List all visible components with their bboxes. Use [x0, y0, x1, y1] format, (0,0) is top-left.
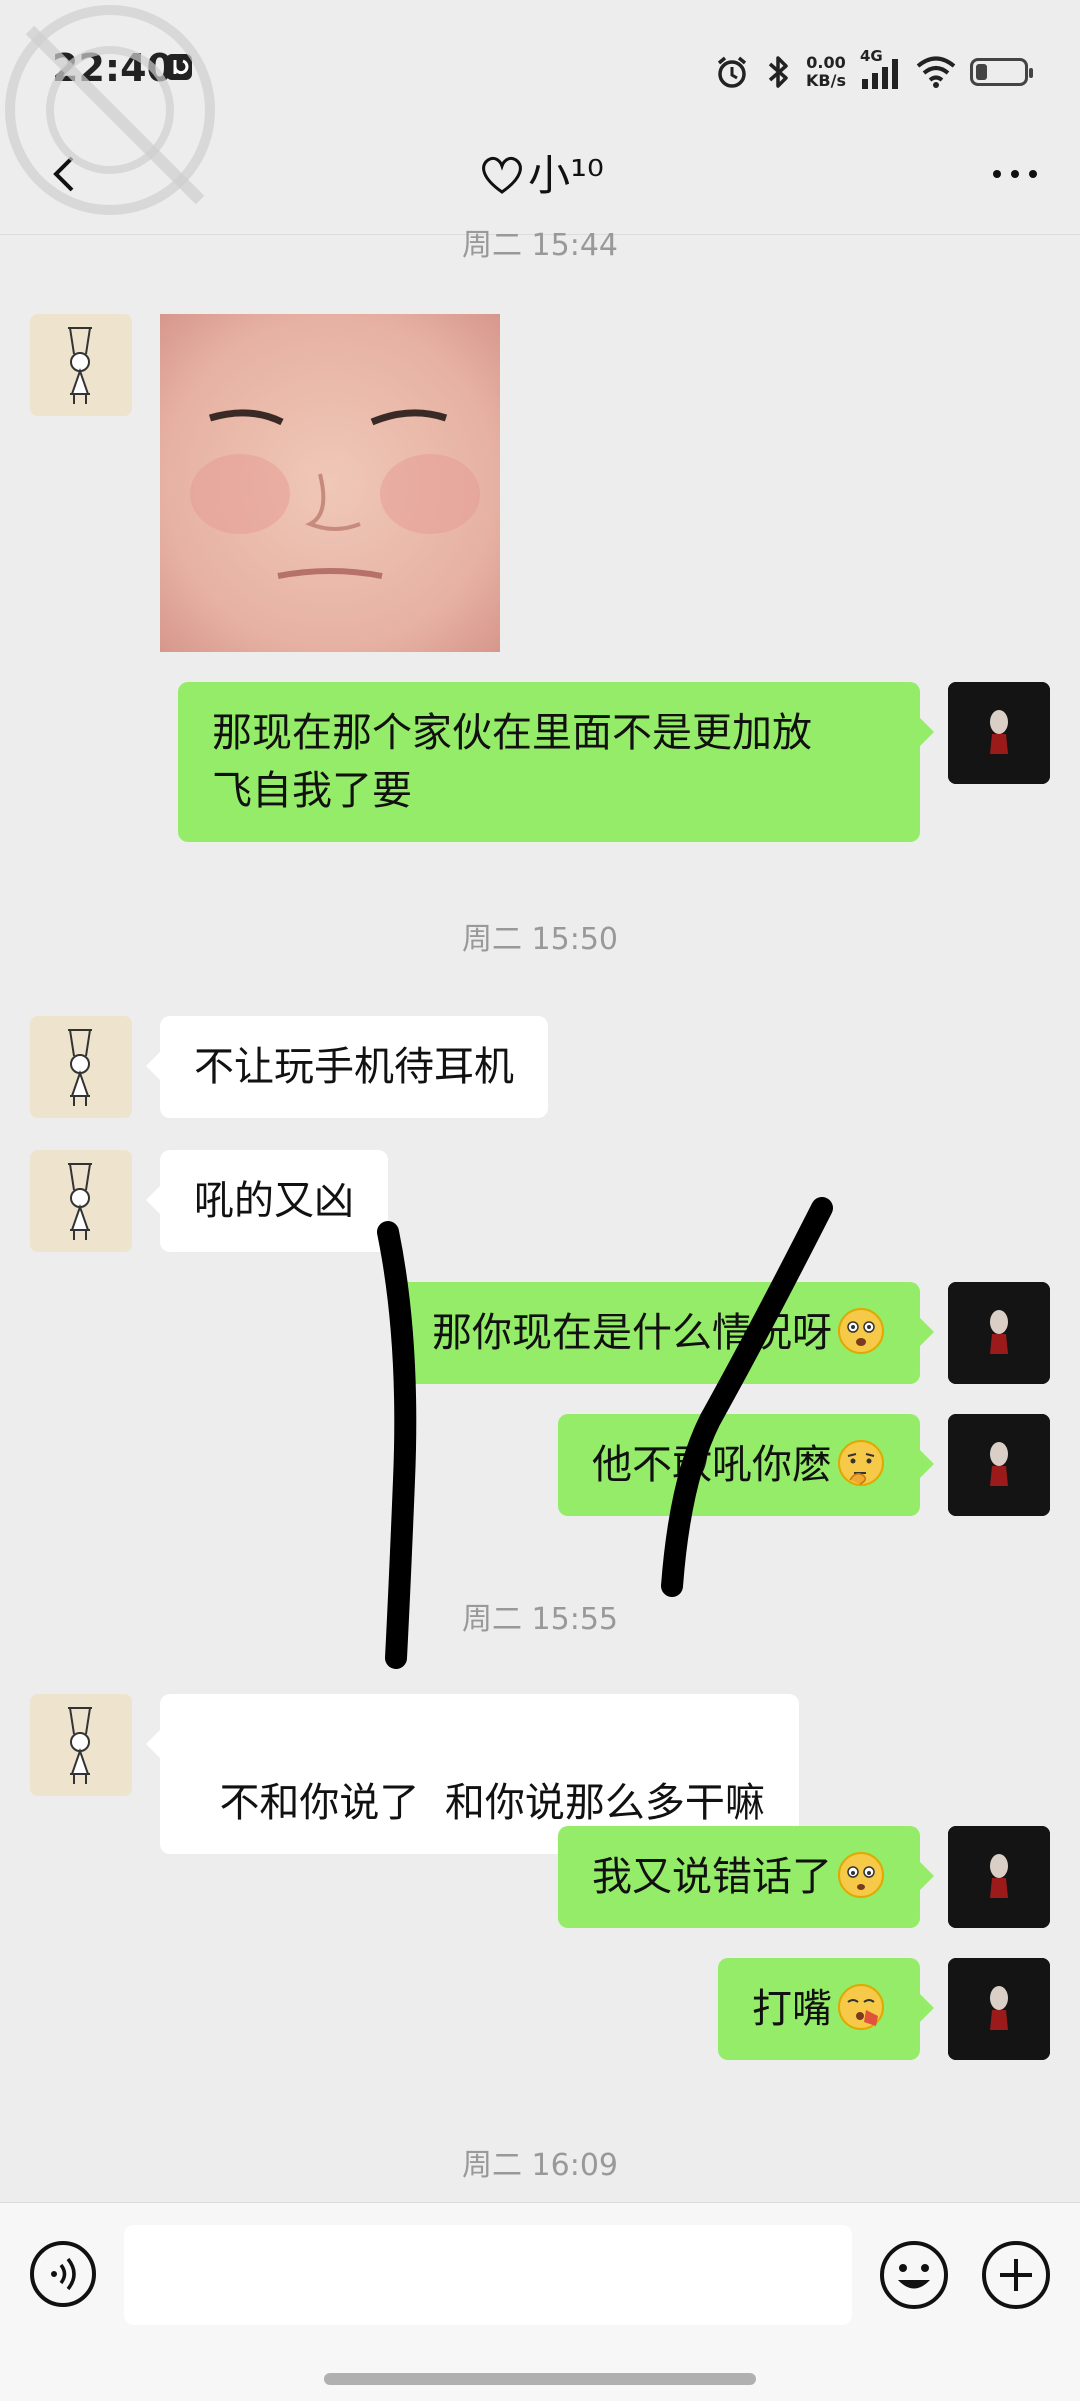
message-input[interactable] — [124, 2225, 852, 2325]
my-message-bubble[interactable]: 他不敢吼你麽 — [558, 1414, 934, 1516]
my-message-bubble[interactable]: 那你现在是什么情况呀 — [398, 1282, 934, 1384]
contact-avatar[interactable] — [30, 1016, 132, 1118]
message-text: 他不敢吼你麽 — [592, 1442, 832, 1488]
message-text-line: 飞自我了要 — [212, 768, 412, 814]
battery-icon — [970, 58, 1033, 86]
message-text: 打嘴 — [752, 1986, 832, 2032]
photo-message[interactable] — [160, 314, 500, 652]
message-text: 那你现在是什么情况呀 — [432, 1310, 832, 1356]
my-message-bubble[interactable]: 打嘴 — [718, 1958, 934, 2060]
input-bar — [0, 2202, 1080, 2401]
my-avatar[interactable] — [948, 1282, 1050, 1384]
worried-emoji-icon — [838, 1852, 884, 1898]
message-text: 吼的又凶 — [194, 1178, 354, 1224]
contact-name: 小¹⁰ — [528, 151, 604, 200]
my-avatar[interactable] — [948, 1826, 1050, 1928]
message-text: 不让玩手机待耳机 — [194, 1044, 514, 1090]
my-avatar[interactable] — [948, 1414, 1050, 1516]
net-speed-unit: KB/s — [806, 71, 846, 90]
home-indicator[interactable] — [324, 2373, 756, 2385]
status-icons: 0.00 KB/s 4G — [714, 47, 1033, 94]
message-text: 我又说错话了 — [592, 1854, 832, 1900]
slap-mouth-emoji-icon — [838, 1984, 884, 2030]
contact-avatar[interactable] — [30, 1150, 132, 1252]
message-text-line: 那现在那个家伙在里面不是更加放 — [212, 710, 812, 756]
alarm-icon — [717, 56, 747, 88]
my-avatar[interactable] — [948, 1958, 1050, 2060]
contact-message-bubble[interactable]: 不让玩手机待耳机 — [146, 1016, 548, 1118]
voice-input-icon[interactable] — [28, 2239, 98, 2309]
cell-signal-icon: 4G — [860, 47, 902, 91]
emoji-picker-icon[interactable] — [878, 2239, 950, 2311]
message-timestamp: 周二 15:50 — [462, 922, 618, 957]
my-message-bubble[interactable]: 那现在那个家伙在里面不是更加放 飞自我了要 — [178, 682, 934, 842]
thinking-emoji-icon — [838, 1440, 884, 1486]
my-avatar[interactable] — [948, 682, 1050, 784]
nervous-emoji-icon — [838, 1308, 884, 1354]
baby-face-photo — [160, 314, 500, 652]
more-functions-plus-icon[interactable] — [980, 2239, 1052, 2311]
message-timestamp: 周二 16:09 — [462, 2148, 618, 2183]
contact-avatar[interactable] — [30, 1694, 132, 1796]
heart-outline-icon — [482, 156, 523, 194]
more-options-icon[interactable] — [980, 154, 1050, 194]
net-speed: 0.00 KB/s — [806, 54, 846, 90]
net-speed-value: 0.00 — [806, 53, 846, 72]
wifi-icon — [916, 56, 956, 88]
watermark-logo — [5, 5, 215, 215]
contact-message-bubble[interactable]: 吼的又凶 — [146, 1150, 388, 1252]
message-text: 不和你说了 和你说那么多干嘛 — [219, 1780, 765, 1826]
my-message-bubble[interactable]: 我又说错话了 — [558, 1826, 934, 1928]
contact-avatar[interactable] — [30, 314, 132, 416]
bluetooth-icon — [768, 56, 788, 88]
message-timestamp: 周二 15:55 — [462, 1602, 618, 1637]
